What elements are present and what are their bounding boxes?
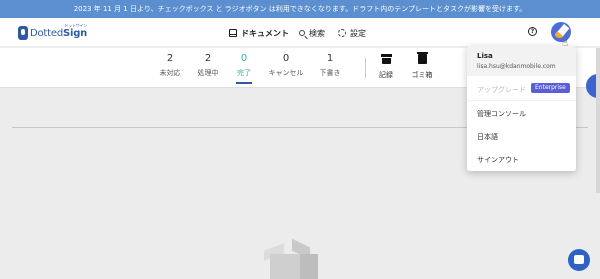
menu-upgrade: アップグレード bbox=[477, 86, 526, 94]
filter-label: 処理中 bbox=[197, 69, 219, 77]
menu-language[interactable]: 日本語 bbox=[477, 132, 498, 142]
archive-icon bbox=[380, 54, 392, 64]
logo-text: ドットサイン DottedSign bbox=[30, 23, 88, 39]
logo-subtext: ドットサイン bbox=[64, 22, 88, 28]
filter-count: 2 bbox=[166, 53, 174, 64]
logo-icon bbox=[18, 26, 28, 40]
mouse-pointer-icon: ☝ bbox=[562, 38, 569, 49]
menu-admin-console[interactable]: 管理コンソール bbox=[477, 109, 526, 119]
nav-search-label: 検索 bbox=[309, 28, 325, 38]
chat-icon[interactable] bbox=[568, 249, 590, 271]
user-menu-dropdown: Lisa lisa.hsu@kdanmobile.com アップグレード Ent… bbox=[467, 46, 576, 171]
dottedsign-logo[interactable]: ドットサイン DottedSign bbox=[18, 23, 88, 42]
filter-count: 0 bbox=[282, 53, 290, 64]
trash-icon bbox=[416, 52, 428, 64]
filter-count: 0 bbox=[240, 53, 248, 64]
filter-label: キャンセル bbox=[268, 69, 304, 77]
filter-completed[interactable]: 0 完了 bbox=[224, 52, 264, 84]
filter-count: 2 bbox=[204, 53, 212, 64]
filter-label: 下書き bbox=[319, 69, 341, 77]
menu-sign-out[interactable]: サインアウト bbox=[477, 155, 519, 165]
filter-label: 未対応 bbox=[159, 69, 181, 77]
filter-label: 完了 bbox=[237, 69, 251, 77]
trash-button[interactable]: ゴミ箱 bbox=[402, 52, 442, 80]
user-info: Lisa lisa.hsu@kdanmobile.com bbox=[467, 46, 576, 76]
nav-search[interactable]: 検索 bbox=[299, 27, 325, 39]
filter-count: 1 bbox=[326, 53, 334, 64]
menu-separator bbox=[467, 100, 576, 101]
logo-text-bold: Sign bbox=[62, 27, 88, 39]
top-navigation-bar: ドットサイン DottedSign ドキュメント 検索 設定 ? bbox=[0, 18, 600, 47]
user-name: Lisa bbox=[477, 52, 493, 60]
nav-documents[interactable]: ドキュメント bbox=[229, 27, 289, 39]
empty-box-illustration bbox=[262, 238, 322, 279]
trash-label: ゴミ箱 bbox=[411, 71, 433, 79]
announcement-banner: 2023 年 11 月 1 日より、チェックボックス と ラジオボタン は利用で… bbox=[0, 0, 600, 18]
filter-pending[interactable]: 2 未対応 bbox=[150, 52, 190, 78]
logo-text-light: Dotted bbox=[30, 27, 63, 39]
search-icon bbox=[299, 30, 305, 36]
user-email: lisa.hsu@kdanmobile.com bbox=[477, 63, 556, 70]
nav-documents-label: ドキュメント bbox=[241, 28, 289, 38]
nav-settings-label: 設定 bbox=[350, 28, 366, 38]
nav-settings[interactable]: 設定 bbox=[338, 27, 366, 39]
plan-badge: Enterprise bbox=[531, 83, 570, 93]
scrollbar[interactable] bbox=[596, 48, 600, 193]
filter-cancelled[interactable]: 0 キャンセル bbox=[266, 52, 306, 78]
archive-button[interactable]: 記録 bbox=[366, 54, 406, 80]
filter-in-progress[interactable]: 2 処理中 bbox=[188, 52, 228, 78]
archive-label: 記録 bbox=[379, 71, 393, 79]
filter-drafts[interactable]: 1 下書き bbox=[310, 52, 350, 78]
document-icon bbox=[229, 29, 237, 37]
gear-icon bbox=[338, 29, 346, 37]
help-icon[interactable]: ? bbox=[528, 27, 537, 36]
